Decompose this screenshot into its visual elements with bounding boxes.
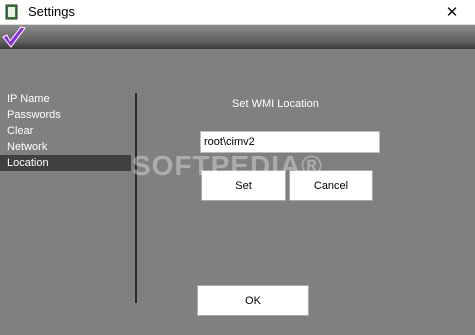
ok-button[interactable]: OK <box>197 285 309 316</box>
watermark: SOFTPEDIA® <box>132 150 323 181</box>
window-title: Settings <box>28 4 75 19</box>
check-logo-icon <box>2 26 26 48</box>
app-icon <box>5 4 18 20</box>
header-banner <box>0 25 475 49</box>
settings-nav-list: IP Name Passwords Clear Network Location <box>0 91 131 171</box>
nav-item-ip-name[interactable]: IP Name <box>0 91 131 107</box>
wmi-location-heading: Set WMI Location <box>232 98 319 110</box>
nav-item-network[interactable]: Network <box>0 139 131 155</box>
close-button[interactable]: ✕ <box>429 0 475 24</box>
close-icon: ✕ <box>445 4 459 21</box>
nav-item-passwords[interactable]: Passwords <box>0 107 131 123</box>
vertical-divider <box>135 93 137 303</box>
nav-item-clear[interactable]: Clear <box>0 123 131 139</box>
nav-item-location[interactable]: Location <box>0 155 131 171</box>
settings-client-area: IP Name Passwords Clear Network Location… <box>0 25 475 335</box>
title-bar: Settings ✕ <box>0 0 475 25</box>
